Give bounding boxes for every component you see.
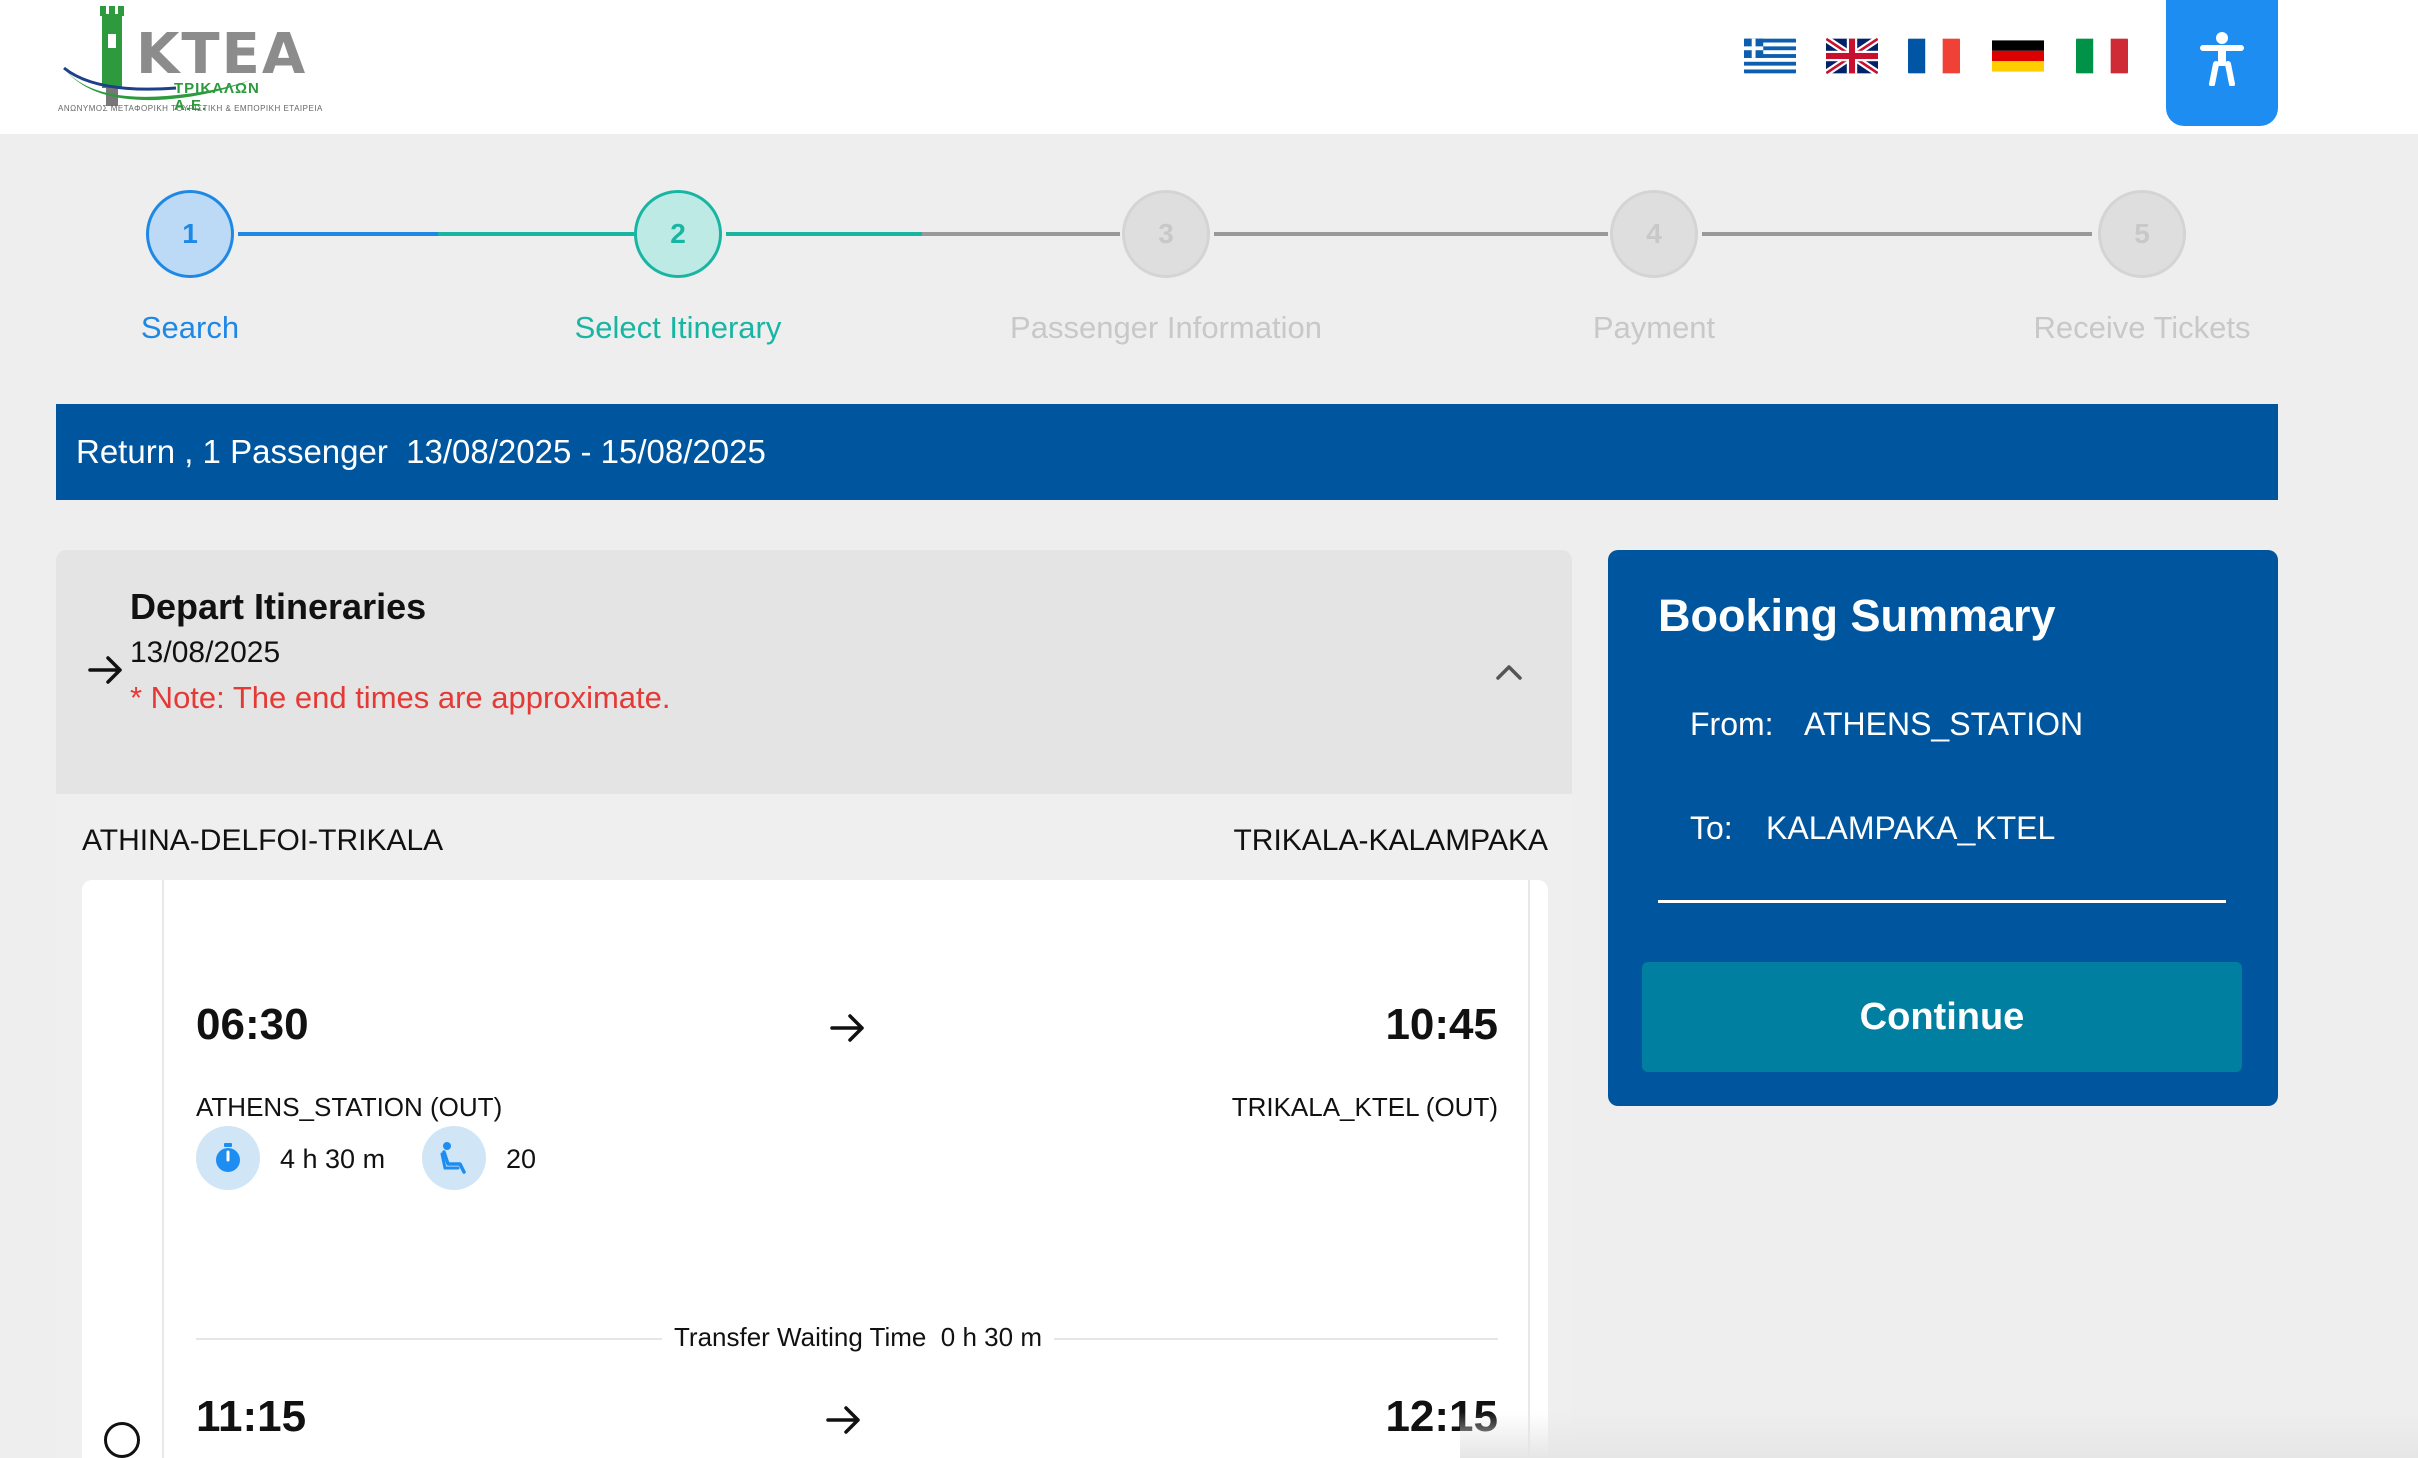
step-connector	[438, 232, 634, 236]
trip-summary-banner: Return , 1 Passenger 13/08/2025 - 15/08/…	[56, 404, 2278, 500]
trip-summary-text: Return , 1 Passenger 13/08/2025 - 15/08/…	[76, 433, 766, 470]
step-connector	[238, 232, 438, 236]
logo-tagline: ΑΝΩΝΥΜΟΣ ΜΕΤΑΦΟΡΙΚΗ ΤΟΥΡΙΣΤΙΚΗ & ΕΜΠΟΡΙΚ…	[58, 104, 323, 113]
step-3-circle: 3	[1122, 190, 1210, 278]
depart-itineraries-header[interactable]: Depart Itineraries 13/08/2025 * Note: Th…	[56, 550, 1572, 794]
header: KTEA ΤΡΙΚΑΛΩΝ Α.Ε. ΑΝΩΝΥΜΟΣ ΜΕΤΑΦΟΡΙΚΗ Τ…	[0, 0, 2418, 134]
step-4-circle: 4	[1610, 190, 1698, 278]
depart-itineraries-panel: Depart Itineraries 13/08/2025 * Note: Th…	[56, 550, 1572, 1458]
leg1-departure-time: 06:30	[196, 1000, 309, 1049]
route-first-leg-name: ATHINA-DELFOI-TRIKALA	[82, 824, 444, 857]
scroll-shadow	[1460, 1412, 2418, 1458]
logo-name: KTEA	[136, 22, 308, 87]
arrow-right-icon	[88, 656, 122, 684]
leg1-to-station: TRIKALA_KTEL (OUT)	[1231, 1092, 1498, 1122]
transfer-waiting-time: Transfer Waiting Time 0 h 30 m	[662, 1322, 1054, 1353]
france-flag-icon[interactable]	[1908, 38, 1960, 74]
page: KTEA ΤΡΙΚΑΛΩΝ Α.Ε. ΑΝΩΝΥΜΟΣ ΜΕΤΑΦΟΡΙΚΗ Τ…	[0, 0, 2418, 1458]
booking-summary-panel: Booking Summary From: ATHENS_STATION To:…	[1608, 550, 2278, 1106]
seats-chip	[422, 1126, 486, 1190]
depart-date: 13/08/2025	[130, 636, 281, 669]
card-rail	[1528, 880, 1530, 1458]
leg1-duration: 4 h 30 m	[280, 1144, 386, 1174]
depart-title: Depart Itineraries	[130, 586, 427, 627]
continue-button[interactable]: Continue	[1642, 962, 2242, 1072]
step-2-circle[interactable]: 2	[634, 190, 722, 278]
step-4-label: Payment	[1592, 310, 1716, 345]
leg1-from-station: ATHENS_STATION (OUT)	[196, 1092, 503, 1122]
step-3-label: Passenger Information	[1010, 310, 1322, 345]
step-connector	[726, 232, 922, 236]
step-connector	[922, 232, 1120, 236]
germany-flag-icon[interactable]	[1992, 38, 2044, 74]
route-second-leg-name: TRIKALA-KALAMPAKA	[1233, 824, 1548, 857]
card-rail	[162, 880, 164, 1458]
booking-summary-title: Booking Summary	[1658, 590, 2056, 641]
seat-icon	[440, 1142, 466, 1174]
summary-to-value: KALAMPAKA_KTEL	[1766, 810, 2056, 846]
italy-flag-icon[interactable]	[2076, 38, 2128, 74]
accessibility-button[interactable]	[2166, 0, 2278, 126]
step-5-circle: 5	[2098, 190, 2186, 278]
booking-stepper: 1 2 3 4 5 Search Select Itinerary Passen…	[0, 180, 2418, 360]
accessibility-icon	[2200, 32, 2244, 86]
greek-flag-icon[interactable]	[1744, 38, 1796, 74]
leg2-departure-time: 11:15	[196, 1392, 307, 1441]
chevron-up-icon[interactable]	[1486, 654, 1532, 690]
summary-from-label: From:	[1690, 706, 1774, 742]
step-1-circle[interactable]: 1	[146, 190, 234, 278]
arrow-right-icon	[830, 1014, 864, 1042]
depart-note: * Note: The end times are approximate.	[130, 680, 671, 715]
summary-from-value: ATHENS_STATION	[1804, 706, 2084, 742]
ktel-logo[interactable]: KTEA ΤΡΙΚΑΛΩΝ Α.Ε. ΑΝΩΝΥΜΟΣ ΜΕΤΑΦΟΡΙΚΗ Τ…	[56, 4, 322, 120]
stopwatch-icon	[216, 1143, 240, 1172]
arrow-right-icon	[826, 1406, 860, 1434]
leg1-available-seats: 20	[506, 1144, 537, 1174]
step-connector	[1214, 232, 1608, 236]
itinerary-card[interactable]: 06:30 10:45 ATHENS_STATION (OUT) TRIKALA…	[82, 880, 1548, 1458]
uk-flag-icon[interactable]	[1826, 38, 1878, 74]
step-5-label: Receive Tickets	[2033, 310, 2251, 345]
route-body: ATHINA-DELFOI-TRIKALA TRIKALA-KALAMPAKA …	[56, 794, 1572, 1458]
summary-divider	[1658, 900, 2226, 903]
summary-to-label: To:	[1690, 810, 1733, 846]
itinerary-select-radio[interactable]	[104, 1422, 140, 1458]
step-connector	[1702, 232, 2092, 236]
step-1-label[interactable]: Search	[141, 310, 239, 346]
duration-chip	[196, 1126, 260, 1190]
step-2-label[interactable]: Select Itinerary	[575, 310, 782, 346]
leg1-arrival-time: 10:45	[1385, 1000, 1498, 1049]
